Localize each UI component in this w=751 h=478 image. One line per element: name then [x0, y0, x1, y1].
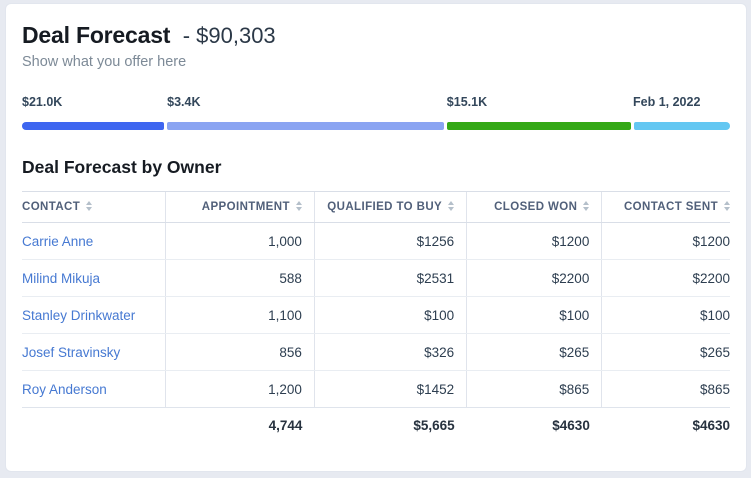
cell-contact-sent: $265 [602, 334, 730, 371]
deal-forecast-table: CONTACT APPOINTMENT QUALIFIED TO BUY CLO… [22, 191, 730, 444]
cell-contact-sent: $2200 [602, 260, 730, 297]
sort-icon [448, 201, 454, 211]
table-row: Carrie Anne 1,000 $1256 $1200 $1200 [22, 223, 730, 260]
table-row: Stanley Drinkwater 1,100 $100 $100 $100 [22, 297, 730, 334]
totals-qualified: $5,665 [314, 408, 466, 444]
contact-link[interactable]: Milind Mikuja [22, 271, 100, 286]
contact-link[interactable]: Carrie Anne [22, 234, 93, 249]
cell-closed-won: $265 [467, 334, 602, 371]
progress-label: $15.1K [447, 95, 487, 109]
progress-label: $3.4K [167, 95, 200, 109]
column-header-contact[interactable]: CONTACT [22, 192, 165, 223]
column-header-closed-won[interactable]: CLOSED WON [467, 192, 602, 223]
cell-closed-won: $1200 [467, 223, 602, 260]
deal-forecast-card: Deal Forecast - $90,303 Show what you of… [5, 3, 747, 472]
table-row: Josef Stravinsky 856 $326 $265 $265 [22, 334, 730, 371]
contact-link[interactable]: Josef Stravinsky [22, 345, 120, 360]
progress-segment-2 [167, 122, 444, 130]
cell-contact-sent: $865 [602, 371, 730, 408]
column-header-qualified-to-buy[interactable]: QUALIFIED TO BUY [314, 192, 466, 223]
cell-appointment: 588 [165, 260, 314, 297]
page-subtitle: Show what you offer here [22, 54, 730, 70]
totals-empty [22, 408, 165, 444]
page-title: Deal Forecast [22, 22, 170, 48]
cell-qualified: $326 [314, 334, 466, 371]
progress-label: Feb 1, 2022 [633, 95, 700, 109]
cell-contact-sent: $100 [602, 297, 730, 334]
progress-segment-4 [634, 122, 730, 130]
sort-icon [724, 201, 730, 211]
sort-icon [583, 201, 589, 211]
totals-closed-won: $4630 [467, 408, 602, 444]
sort-icon [296, 201, 302, 211]
cell-closed-won: $100 [467, 297, 602, 334]
sort-icon [86, 201, 92, 211]
cell-appointment: 1,200 [165, 371, 314, 408]
table-header-row: CONTACT APPOINTMENT QUALIFIED TO BUY CLO… [22, 192, 730, 223]
cell-closed-won: $865 [467, 371, 602, 408]
table-row: Roy Anderson 1,200 $1452 $865 $865 [22, 371, 730, 408]
card-header: Deal Forecast - $90,303 [22, 22, 730, 49]
totals-contact-sent: $4630 [602, 408, 730, 444]
forecast-progress: $21.0K $3.4K $15.1K Feb 1, 2022 [22, 95, 730, 130]
cell-appointment: 1,000 [165, 223, 314, 260]
contact-link[interactable]: Stanley Drinkwater [22, 308, 135, 323]
progress-labels: $21.0K $3.4K $15.1K Feb 1, 2022 [22, 95, 730, 112]
cell-qualified: $100 [314, 297, 466, 334]
progress-segment-3 [447, 122, 631, 130]
progress-bar [22, 122, 730, 130]
progress-segment-1 [22, 122, 164, 130]
section-title: Deal Forecast by Owner [22, 157, 730, 178]
column-header-contact-sent[interactable]: CONTACT SENT [602, 192, 730, 223]
cell-appointment: 856 [165, 334, 314, 371]
cell-closed-won: $2200 [467, 260, 602, 297]
totals-appointment: 4,744 [165, 408, 314, 444]
cell-appointment: 1,100 [165, 297, 314, 334]
table-row: Milind Mikuja 588 $2531 $2200 $2200 [22, 260, 730, 297]
progress-label: $21.0K [22, 95, 62, 109]
column-header-appointment[interactable]: APPOINTMENT [165, 192, 314, 223]
cell-qualified: $1452 [314, 371, 466, 408]
forecast-total-amount: - $90,303 [183, 23, 276, 48]
cell-qualified: $2531 [314, 260, 466, 297]
table-totals-row: 4,744 $5,665 $4630 $4630 [22, 408, 730, 444]
cell-qualified: $1256 [314, 223, 466, 260]
cell-contact-sent: $1200 [602, 223, 730, 260]
contact-link[interactable]: Roy Anderson [22, 382, 107, 397]
